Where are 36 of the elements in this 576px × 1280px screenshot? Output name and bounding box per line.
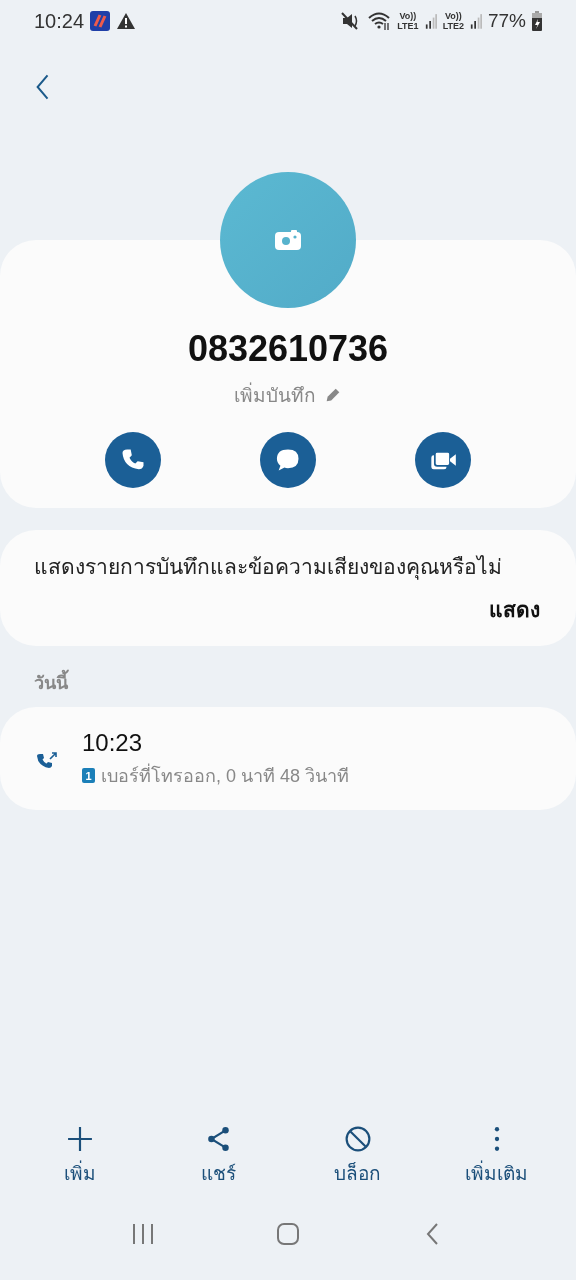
plus-icon xyxy=(66,1126,93,1152)
add-note-link[interactable]: เพิ่มบันทึก xyxy=(234,380,316,410)
recent-apps-button[interactable] xyxy=(131,1223,154,1245)
clock-time: 10:24 xyxy=(34,9,85,33)
show-button[interactable]: แสดง xyxy=(489,593,540,626)
wifi-icon xyxy=(367,11,392,31)
call-log-item[interactable]: 10:23 1 เบอร์ที่โทรออก, 0 นาที 48 วินาที xyxy=(0,707,576,810)
phone-number: 0832610736 xyxy=(187,328,389,370)
volte-label: Vo)) xyxy=(399,11,417,21)
camera-icon xyxy=(275,230,301,250)
pencil-icon[interactable] xyxy=(324,386,342,404)
plus-button[interactable]: เพิ่ม xyxy=(34,1126,125,1188)
network-label: LTE1 xyxy=(397,21,419,31)
app-icon xyxy=(90,11,111,31)
more-icon xyxy=(493,1126,500,1152)
signal-icon xyxy=(469,12,482,30)
chat-bubble-button[interactable] xyxy=(260,432,316,488)
signal-icon xyxy=(424,12,437,30)
sim-badge: 1 xyxy=(82,768,95,783)
share-icon xyxy=(205,1126,232,1152)
warning-icon xyxy=(116,11,137,31)
call-time: 10:23 xyxy=(82,729,144,757)
more-button[interactable]: เพิ่มเติม xyxy=(451,1126,542,1188)
battery-percent: 77% xyxy=(487,10,526,32)
block-icon xyxy=(344,1126,371,1152)
call-detail: เบอร์ที่โทรออก, 0 นาที 48 วินาที xyxy=(101,761,350,790)
video-camera-button[interactable] xyxy=(415,432,471,488)
block-button[interactable]: บล็อก xyxy=(312,1126,403,1188)
home-button[interactable] xyxy=(277,1223,299,1245)
section-title: วันนี้ xyxy=(0,646,576,707)
volte-label: Vo)) xyxy=(444,11,462,21)
phone-button[interactable] xyxy=(105,432,161,488)
prompt-text: แสดงรายการบันทึกและข้อความเสียงของคุณหรือไม่ xyxy=(34,554,503,582)
network-label: LTE2 xyxy=(442,21,464,31)
share-button[interactable]: แชร์ xyxy=(173,1126,264,1188)
battery-icon xyxy=(532,11,542,31)
